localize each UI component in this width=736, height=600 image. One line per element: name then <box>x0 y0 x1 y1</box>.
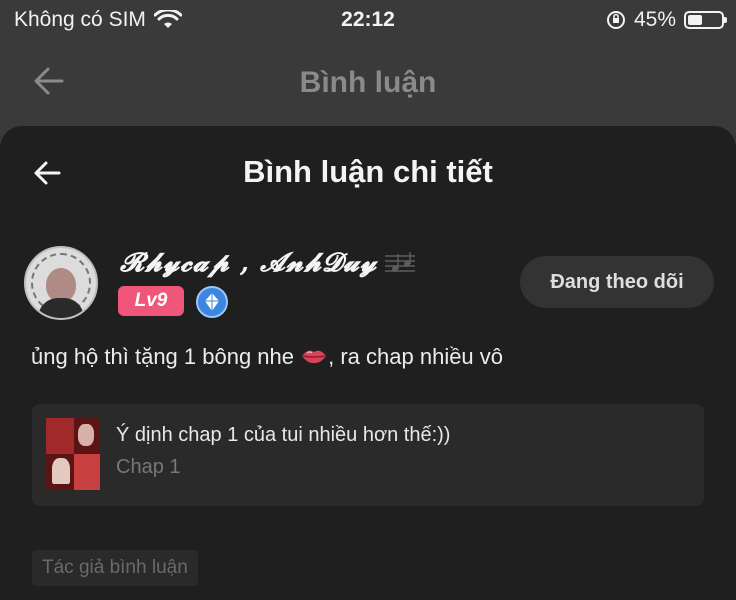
user-row: 𝓡𝓱𝔂𝓬𝓪𝓹 , 𝓐𝓷𝓱𝓓𝓾𝔂 Lv9 Đang theo dõi <box>24 244 714 324</box>
username-text: 𝓡𝓱𝔂𝓬𝓪𝓹 , 𝓐𝓷𝓱𝓓𝓾𝔂 <box>120 248 378 278</box>
status-right: 45% <box>606 8 727 32</box>
music-score-icon <box>385 251 416 272</box>
avatar[interactable] <box>24 246 98 320</box>
author-comment-tag: Tác giả bình luận <box>32 550 198 586</box>
thumbnail-panel <box>74 454 100 490</box>
rotation-lock-icon <box>606 11 625 29</box>
battery-icon <box>684 11 727 29</box>
comment-text: ủng hộ thì tặng 1 bông nhe , ra chap nhi… <box>31 344 503 370</box>
chapter-title: Ý dịnh chap 1 của tui nhiều hơn thế:)) <box>116 424 451 446</box>
sheet-header: Bình luận chi tiết <box>0 126 736 218</box>
comment-detail-sheet: Bình luận chi tiết 𝓡𝓱𝔂𝓬𝓪𝓹 , 𝓐𝓷𝓱𝓓𝓾𝔂 Lv9 Đ… <box>0 126 736 600</box>
chapter-thumbnail <box>46 418 100 490</box>
level-badge: Lv9 <box>118 286 184 316</box>
thumbnail-figure <box>52 458 70 484</box>
chapter-subtitle: Chap 1 <box>116 456 181 478</box>
battery-fill <box>688 15 702 25</box>
comment-text-part-2: , ra chap nhiều vô <box>328 344 504 369</box>
avatar-face <box>46 268 76 302</box>
following-button[interactable]: Đang theo dõi <box>520 256 714 308</box>
comment-text-part-1: ủng hộ thì tặng 1 bông nhe <box>31 344 301 369</box>
background-header: Bình luận <box>0 44 736 124</box>
battery-percent: 45% <box>633 8 676 31</box>
username[interactable]: 𝓡𝓱𝔂𝓬𝓪𝓹 , 𝓐𝓷𝓱𝓓𝓾𝔂 <box>120 248 417 279</box>
sheet-title: Bình luận chi tiết <box>243 154 493 189</box>
diamond-badge-icon <box>196 286 228 318</box>
background-title: Bình luận <box>299 66 437 99</box>
lips-emoji-icon <box>302 350 327 364</box>
thumbnail-panel <box>46 418 74 454</box>
screen: Không có SIM 22:12 45% Bình luận Bình lu… <box>0 0 736 600</box>
status-bar: Không có SIM 22:12 45% <box>0 0 736 44</box>
chapter-card[interactable]: Ý dịnh chap 1 của tui nhiều hơn thế:)) C… <box>32 404 704 506</box>
thumbnail-figure <box>78 424 94 446</box>
